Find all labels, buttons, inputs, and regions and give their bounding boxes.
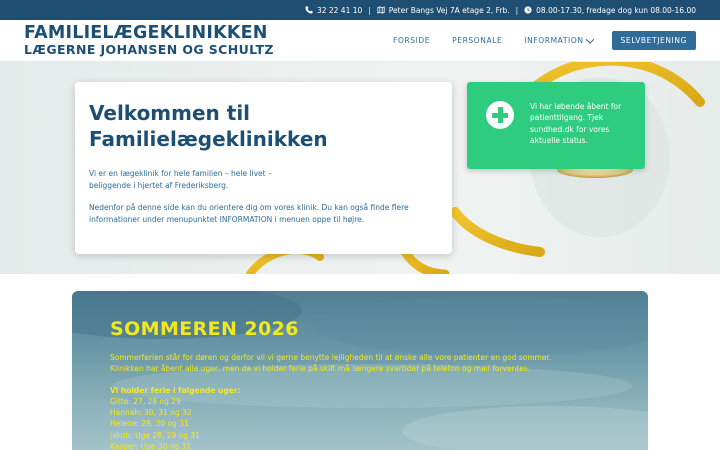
selvbetjening-button[interactable]: SELVBETJENING: [611, 31, 696, 50]
divider: |: [368, 5, 371, 15]
summer-text: Sommerferien står for døren og derfor vi…: [110, 352, 630, 450]
logo-subtitle[interactable]: LÆGERNE JOHANSEN OG SCHULTZ: [24, 43, 274, 57]
summer-title: SOMMEREN 2026: [110, 318, 299, 340]
divider: |: [515, 5, 519, 15]
welcome-card: Velkommen til Familielægeklinikken Vi er…: [75, 82, 452, 254]
welcome-title-line2: Familielægeklinikken: [89, 127, 328, 151]
nav-information-label[interactable]: INFORMATION: [524, 36, 583, 45]
address-info[interactable]: Peter Bangs Vej 7A etage 2, Frb.: [377, 6, 510, 15]
holiday-item: Jakob: Uge 28, 29 og 31: [110, 430, 200, 440]
nav-personale[interactable]: PERSONALE: [441, 36, 513, 45]
hero-section: Velkommen til Familielægeklinikken Vi er…: [0, 62, 720, 274]
nav-information[interactable]: INFORMATION: [513, 34, 603, 45]
summer-section: SOMMEREN 2026 Sommerferien står for døre…: [72, 291, 648, 450]
holiday-item: Helene: 29, 30 og 31: [110, 419, 189, 429]
holiday-heading-text: Vi holder ferie i følgende uger:: [110, 385, 241, 395]
nav-forside[interactable]: FORSIDE: [382, 36, 441, 45]
opening-hours: 08.00-17.30, fredage dog kun 08.00-16.00: [536, 5, 696, 15]
phone-number[interactable]: 32 22 41 10: [317, 6, 362, 15]
phone-icon: [305, 6, 313, 14]
welcome-intro-line1: Vi er en lægeklinik for hele familien – …: [89, 169, 272, 178]
hours-info: 08.00-17.30, fredage dog kun 08.00-16.00: [524, 6, 696, 15]
welcome-title: Velkommen til Familielægeklinikken: [89, 100, 438, 152]
chevron-down-icon[interactable]: [585, 34, 594, 44]
welcome-intro: Vi er en lægeklinik for hele familien – …: [89, 168, 438, 191]
patient-status-text: Vi har løbende åbent for patienttilgang.…: [530, 102, 622, 145]
top-info-bar: 32 22 41 10 | Peter Bangs Vej 7A etage 2…: [0, 0, 720, 20]
patient-status-card: Vi har løbende åbent for patienttilgang.…: [467, 82, 645, 169]
holiday-item: Kasper: Uge 30 og 31: [110, 441, 191, 450]
welcome-intro-line2: beliggende i hjertet af Frederiksberg.: [89, 180, 229, 190]
site-logo[interactable]: FAMILIELÆGEKLINIKKEN LÆGERNE JOHANSEN OG…: [24, 24, 274, 57]
plus-icon: [486, 101, 514, 129]
site-header: FAMILIELÆGEKLINIKKEN LÆGERNE JOHANSEN OG…: [0, 20, 720, 62]
welcome-title-line1: Velkommen til: [89, 101, 251, 125]
holiday-item: Gitte: 27, 28 og 29: [110, 396, 181, 406]
welcome-more-info: Nedenfor på denne side kan du orientere …: [89, 203, 409, 224]
holiday-heading: Vi holder ferie i følgende uger:: [110, 385, 630, 396]
clock-icon: [524, 6, 532, 14]
summer-paragraph-2: Klinikken har åbent alle uger, men da vi…: [110, 364, 531, 374]
summer-paragraph-1: Sommerferien står for døren og derfor vi…: [110, 353, 552, 362]
phone-info[interactable]: 32 22 41 10: [305, 6, 362, 15]
address-text[interactable]: Peter Bangs Vej 7A etage 2, Frb.: [389, 6, 510, 15]
holiday-item: Hannah: 30, 31 og 32: [110, 408, 192, 417]
map-icon: [377, 6, 385, 14]
main-nav: FORSIDE PERSONALE INFORMATION SELVBETJEN…: [382, 31, 696, 50]
logo-title[interactable]: FAMILIELÆGEKLINIKKEN: [24, 24, 274, 43]
